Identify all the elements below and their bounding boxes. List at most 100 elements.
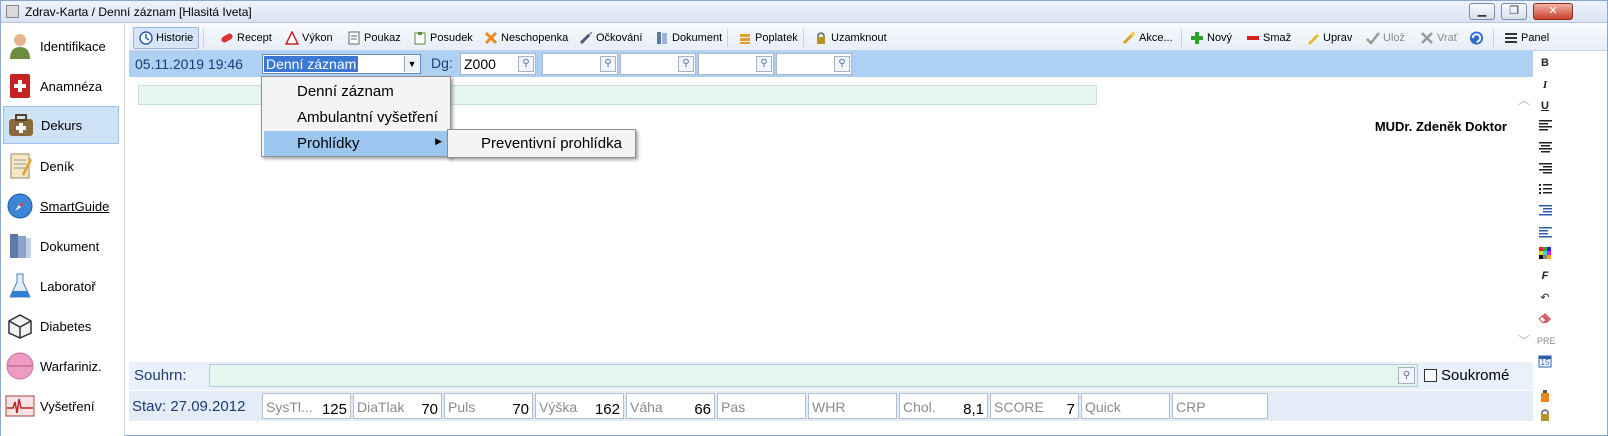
sidebar-item-dokument[interactable]: Dokument: [3, 227, 119, 265]
align-right-icon[interactable]: [1537, 162, 1553, 178]
ockovani-button[interactable]: Očkování: [578, 27, 642, 49]
vital-chol[interactable]: Chol. 8,1: [899, 393, 988, 419]
dg-field-3[interactable]: ⚲: [620, 53, 696, 75]
bottle-icon[interactable]: [1537, 389, 1553, 405]
dropdown-item-ambulantni-vysetreni[interactable]: Ambulantní vyšetření: [264, 105, 448, 130]
minimize-button[interactable]: ▁: [1469, 3, 1495, 20]
sidebar-item-diabetes[interactable]: Diabetes: [3, 307, 119, 345]
coins-icon: [737, 31, 752, 46]
person-icon: [5, 31, 35, 61]
dg-field-1[interactable]: Z000 ⚲: [460, 53, 536, 75]
search-icon[interactable]: ⚲: [756, 56, 772, 72]
vrat-button[interactable]: Vrať: [1419, 27, 1458, 49]
search-icon[interactable]: ⚲: [834, 56, 850, 72]
syringe-icon: [578, 31, 593, 46]
dg-label: Dg:: [431, 55, 453, 71]
pre-icon[interactable]: PRE: [1537, 333, 1556, 349]
underline-icon[interactable]: U: [1537, 98, 1553, 114]
italic-icon[interactable]: I: [1537, 77, 1553, 93]
undo-icon[interactable]: ↶: [1537, 290, 1553, 306]
souhrn-input[interactable]: ⚲: [209, 364, 1418, 387]
refresh-button[interactable]: [1469, 27, 1487, 49]
vital-diatlak[interactable]: DiaTlak 70: [353, 393, 442, 419]
search-icon[interactable]: ⚲: [678, 56, 694, 72]
toolbar-separator: [1493, 29, 1494, 47]
panel-button[interactable]: Panel: [1503, 27, 1549, 49]
neschopenka-label: Neschopenka: [501, 32, 569, 44]
uzamknout-button[interactable]: Uzamknout: [813, 27, 887, 49]
uprav-button[interactable]: Uprav: [1305, 27, 1352, 49]
sidebar-item-identifikace[interactable]: Identifikace: [3, 27, 119, 65]
search-icon[interactable]: ⚲: [1398, 367, 1415, 384]
panel-label: Panel: [1521, 32, 1550, 44]
eraser-icon[interactable]: [1537, 311, 1553, 327]
search-icon[interactable]: ⚲: [600, 56, 616, 72]
recept-button[interactable]: Recept: [219, 27, 272, 49]
font-icon[interactable]: F: [1537, 268, 1553, 284]
sidebar-item-laborator[interactable]: Laboratoř: [3, 267, 119, 305]
bold-icon[interactable]: B: [1537, 55, 1553, 71]
vital-label: Puls: [448, 399, 476, 415]
chevron-down-icon[interactable]: ▼: [404, 56, 419, 72]
historie-button[interactable]: Historie: [133, 27, 200, 49]
uloz-button[interactable]: Ulož: [1365, 27, 1405, 49]
bullet-list-icon[interactable]: [1537, 183, 1553, 199]
vital-pas[interactable]: Pas: [717, 393, 806, 419]
close-button[interactable]: ✕: [1533, 3, 1573, 20]
novy-button[interactable]: Nový: [1189, 27, 1232, 49]
dg-field-2[interactable]: ⚲: [542, 53, 618, 75]
color-palette-icon[interactable]: [1537, 247, 1553, 263]
dg-field-5[interactable]: ⚲: [776, 53, 852, 75]
scroll-up-icon[interactable]: ︿: [1518, 91, 1530, 108]
search-icon[interactable]: ⚲: [518, 56, 534, 72]
align-center-icon[interactable]: [1537, 141, 1553, 157]
vital-puls[interactable]: Puls 70: [444, 393, 533, 419]
lock-icon[interactable]: [1537, 408, 1553, 424]
vital-vyska[interactable]: Výška 162: [535, 393, 624, 419]
sidebar-item-vysetreni[interactable]: Vyšetření: [3, 387, 119, 425]
sidebar-item-dekurs[interactable]: Dekurs: [3, 106, 119, 144]
dropdown-item-prohlidky[interactable]: Prohlídky ▶: [264, 131, 448, 156]
scroll-down-icon[interactable]: ﹀: [1518, 332, 1530, 349]
vital-label: SysTl...: [266, 399, 313, 415]
souhrn-row: Souhrn: ⚲ Soukromé: [129, 362, 1533, 390]
sidebar-item-anamneza[interactable]: Anamnéza: [3, 67, 119, 105]
vital-crp[interactable]: CRP: [1172, 393, 1268, 419]
poukaz-button[interactable]: Poukaz: [346, 27, 401, 49]
record-type-select[interactable]: Denní záznam ▼: [262, 54, 421, 74]
outdent-icon[interactable]: [1537, 226, 1553, 242]
uprav-label: Uprav: [1323, 32, 1353, 44]
title-bar: Zdrav-Karta / Denní záznam [Hlasitá Ivet…: [1, 1, 1607, 23]
akce-button[interactable]: Akce...: [1121, 27, 1173, 49]
sidebar-item-smartguide[interactable]: SmartGuide: [3, 187, 119, 225]
vital-systlak[interactable]: SysTl... 125: [262, 393, 351, 419]
dg-field-4[interactable]: ⚲: [698, 53, 774, 75]
dropdown-item-denni-zaznam[interactable]: Denní záznam: [264, 79, 448, 104]
souhrn-label: Souhrn:: [134, 367, 187, 384]
vital-score[interactable]: SCORE 7: [990, 393, 1079, 419]
sidebar-item-label: Dekurs: [41, 117, 83, 133]
toolbar-separator: [203, 29, 204, 47]
posudek-button[interactable]: Posudek: [412, 27, 473, 49]
restore-button[interactable]: ❐: [1501, 3, 1527, 20]
vital-quick[interactable]: Quick: [1081, 393, 1170, 419]
editor-scrollbar[interactable]: ︿ ﹀: [1517, 91, 1531, 349]
akce-label: Akce...: [1139, 32, 1173, 44]
sidebar-item-denik[interactable]: Deník: [3, 147, 119, 185]
indent-icon[interactable]: [1537, 204, 1553, 220]
neschopenka-button[interactable]: Neschopenka: [483, 27, 568, 49]
align-left-icon[interactable]: [1537, 119, 1553, 135]
vital-whr[interactable]: WHR: [808, 393, 897, 419]
dokument-button[interactable]: Dokument: [654, 27, 722, 49]
toolbar-separator: [727, 29, 728, 47]
flask-icon: [5, 271, 35, 301]
vital-label: Chol.: [903, 399, 936, 415]
vital-vaha[interactable]: Váha 66: [626, 393, 715, 419]
submenu-preventivni-prohlidka[interactable]: Preventivní prohlídka: [447, 129, 636, 158]
poplatek-button[interactable]: Poplatek: [737, 27, 798, 49]
soukrome-checkbox[interactable]: [1424, 369, 1437, 382]
sidebar-item-warfariniz[interactable]: Warfariniz.: [3, 347, 119, 385]
smaz-button[interactable]: Smaž: [1245, 27, 1291, 49]
vykon-button[interactable]: Výkon: [284, 27, 333, 49]
form-icon: [346, 31, 361, 46]
